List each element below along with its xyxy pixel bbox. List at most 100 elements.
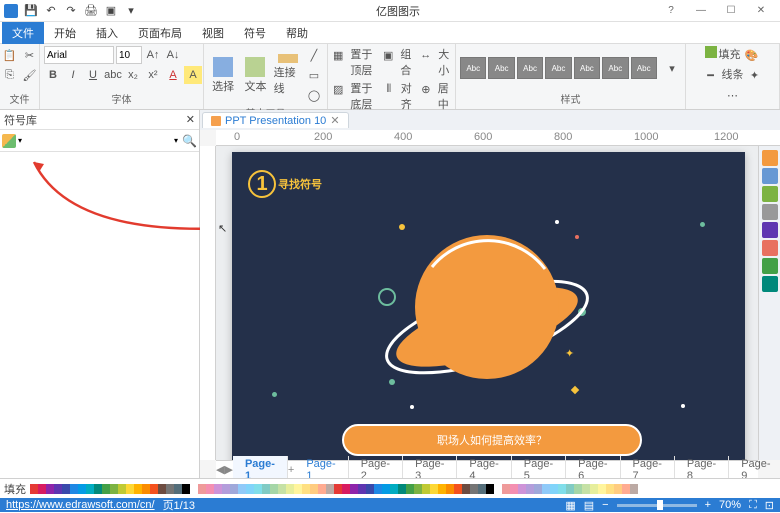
color-swatch[interactable]: [614, 484, 622, 494]
color-swatch[interactable]: [150, 484, 158, 494]
misc-icon[interactable]: ⋯: [724, 86, 742, 104]
canvas-viewport[interactable]: ↖ 1 寻找符号 ✦: [216, 146, 758, 460]
bold-icon[interactable]: B: [44, 66, 62, 84]
help-icon[interactable]: ?: [656, 1, 686, 21]
view-mode-1-icon[interactable]: ▦: [565, 499, 575, 512]
line-tool-icon[interactable]: ╱: [305, 46, 323, 64]
color-swatch[interactable]: [158, 484, 166, 494]
tab-home[interactable]: 开始: [44, 22, 86, 44]
font-size-select[interactable]: [116, 46, 142, 64]
view-mode-2-icon[interactable]: ▤: [584, 499, 594, 512]
print-icon[interactable]: 🖨: [82, 2, 100, 20]
color-swatch[interactable]: [126, 484, 134, 494]
color-swatch[interactable]: [358, 484, 366, 494]
shape-style-2[interactable]: Abc: [488, 57, 514, 79]
color-swatch[interactable]: [70, 484, 78, 494]
color-swatch[interactable]: [550, 484, 558, 494]
color-swatch[interactable]: [54, 484, 62, 494]
format-painter-icon[interactable]: 🖌: [21, 66, 39, 84]
color-swatch[interactable]: [262, 484, 270, 494]
search-dropdown-icon[interactable]: ▾: [174, 136, 178, 145]
rt-data-icon[interactable]: [762, 222, 778, 238]
doc-close-icon[interactable]: ✕: [330, 114, 339, 127]
color-swatch[interactable]: [62, 484, 70, 494]
color-swatch[interactable]: [430, 484, 438, 494]
strikethrough-icon[interactable]: abc: [104, 66, 122, 84]
color-swatch[interactable]: [622, 484, 630, 494]
line-style-icon[interactable]: ━: [702, 66, 720, 84]
color-swatch[interactable]: [350, 484, 358, 494]
shape-style-3[interactable]: Abc: [517, 57, 543, 79]
color-swatch[interactable]: [406, 484, 414, 494]
save-icon[interactable]: 💾: [22, 2, 40, 20]
center-icon[interactable]: ⊕: [420, 80, 432, 98]
color-swatch[interactable]: [102, 484, 110, 494]
color-swatch[interactable]: [238, 484, 246, 494]
color-swatch[interactable]: [590, 484, 598, 494]
select-tool[interactable]: 选择: [208, 53, 238, 97]
color-swatch[interactable]: [326, 484, 334, 494]
connector-tool[interactable]: 连接线: [273, 53, 303, 97]
color-swatch[interactable]: [110, 484, 118, 494]
color-swatch[interactable]: [518, 484, 526, 494]
color-swatch[interactable]: [542, 484, 550, 494]
url-link[interactable]: https://www.edrawsoft.com/cn/: [6, 499, 155, 511]
align-icon[interactable]: ⫴: [383, 80, 395, 98]
color-swatch[interactable]: [582, 484, 590, 494]
underline-icon[interactable]: U: [84, 66, 102, 84]
color-swatch[interactable]: [390, 484, 398, 494]
size-icon[interactable]: ↔: [419, 46, 432, 64]
oval-tool-icon[interactable]: ◯: [305, 86, 323, 104]
increase-font-icon[interactable]: A↑: [144, 46, 162, 64]
color-swatch[interactable]: [182, 484, 190, 494]
color-swatch[interactable]: [486, 484, 494, 494]
tab-page-layout[interactable]: 页面布局: [128, 22, 192, 44]
color-swatch[interactable]: [334, 484, 342, 494]
text-tool[interactable]: 文本: [240, 53, 270, 97]
rt-slide-icon[interactable]: [762, 240, 778, 256]
maximize-icon[interactable]: ☐: [716, 1, 746, 21]
color-swatch[interactable]: [38, 484, 46, 494]
shape-style-7[interactable]: Abc: [631, 57, 657, 79]
page-next-icon[interactable]: ▶: [224, 463, 232, 476]
color-swatch[interactable]: [382, 484, 390, 494]
color-swatch[interactable]: [318, 484, 326, 494]
color-swatch[interactable]: [134, 484, 142, 494]
color-swatch[interactable]: [446, 484, 454, 494]
undo-icon[interactable]: ↶: [42, 2, 60, 20]
rect-tool-icon[interactable]: ▭: [305, 66, 323, 84]
group-icon[interactable]: ▣: [382, 46, 394, 64]
color-swatch[interactable]: [462, 484, 470, 494]
qat-dropdown-icon[interactable]: ▾: [122, 2, 140, 20]
close-icon[interactable]: ✕: [746, 1, 776, 21]
color-swatch[interactable]: [46, 484, 54, 494]
color-swatch[interactable]: [278, 484, 286, 494]
fit-icon[interactable]: ⊡: [765, 499, 774, 512]
color-swatch[interactable]: [190, 484, 198, 494]
tab-help[interactable]: 帮助: [276, 22, 318, 44]
zoom-in-icon[interactable]: +: [705, 499, 711, 511]
color-swatch[interactable]: [310, 484, 318, 494]
color-swatch[interactable]: [78, 484, 86, 494]
color-swatch[interactable]: [606, 484, 614, 494]
italic-icon[interactable]: I: [64, 66, 82, 84]
tab-insert[interactable]: 插入: [86, 22, 128, 44]
font-color-icon[interactable]: A: [164, 66, 182, 84]
paste-icon[interactable]: 📋: [1, 46, 19, 64]
shape-style-6[interactable]: Abc: [602, 57, 628, 79]
superscript-icon[interactable]: x²: [144, 66, 162, 84]
color-swatch[interactable]: [270, 484, 278, 494]
color-swatch[interactable]: [414, 484, 422, 494]
tab-view[interactable]: 视图: [192, 22, 234, 44]
redo-icon[interactable]: ↷: [62, 2, 80, 20]
color-swatch[interactable]: [214, 484, 222, 494]
shape-style-4[interactable]: Abc: [545, 57, 571, 79]
color-swatch[interactable]: [206, 484, 214, 494]
color-swatch[interactable]: [302, 484, 310, 494]
rt-theme-icon[interactable]: [762, 150, 778, 166]
color-swatch[interactable]: [438, 484, 446, 494]
color-swatch[interactable]: [494, 484, 502, 494]
color-swatch[interactable]: [246, 484, 254, 494]
color-swatch[interactable]: [558, 484, 566, 494]
color-swatch[interactable]: [166, 484, 174, 494]
